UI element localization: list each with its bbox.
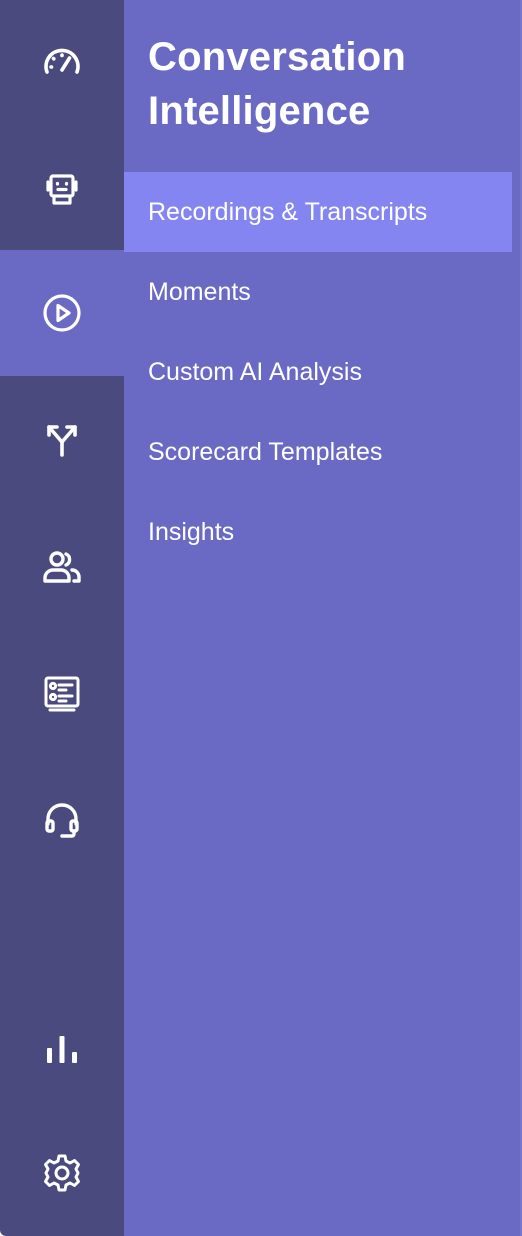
robot-icon (46, 174, 78, 205)
menu-item-scorecard-templates[interactable]: Scorecard Templates (124, 412, 512, 492)
rail-item-routing[interactable] (0, 376, 124, 502)
rail-item-bots[interactable] (0, 126, 124, 252)
rail-item-settings[interactable] (0, 1110, 124, 1236)
split-arrows-icon (47, 425, 77, 457)
play-circle-icon (43, 294, 81, 332)
rail-item-reports[interactable] (0, 984, 124, 1110)
bar-chart-icon (47, 1036, 77, 1063)
people-icon (43, 551, 81, 583)
navigation-frame: Conversation Intelligence Recordings & T… (0, 0, 522, 1236)
list-card-icon (44, 676, 80, 712)
submenu-panel: Conversation Intelligence Recordings & T… (124, 0, 522, 1236)
rail-item-dashboard[interactable] (0, 0, 124, 126)
rail-item-support[interactable] (0, 756, 124, 882)
submenu-list: Recordings & Transcripts Moments Custom … (124, 172, 512, 572)
menu-item-recordings-transcripts[interactable]: Recordings & Transcripts (124, 172, 512, 252)
icon-rail (0, 0, 124, 1236)
panel-title: Conversation Intelligence (148, 35, 407, 133)
rail-item-conversation-intelligence[interactable] (0, 250, 124, 376)
rail-item-contacts[interactable] (0, 504, 124, 630)
gear-icon (44, 1154, 80, 1192)
menu-item-moments[interactable]: Moments (124, 252, 512, 332)
headset-icon (45, 803, 79, 838)
menu-item-custom-ai-analysis[interactable]: Custom AI Analysis (124, 332, 512, 412)
menu-item-insights[interactable]: Insights (124, 492, 512, 572)
rail-item-forms[interactable] (0, 630, 124, 756)
speedometer-icon (44, 48, 80, 74)
